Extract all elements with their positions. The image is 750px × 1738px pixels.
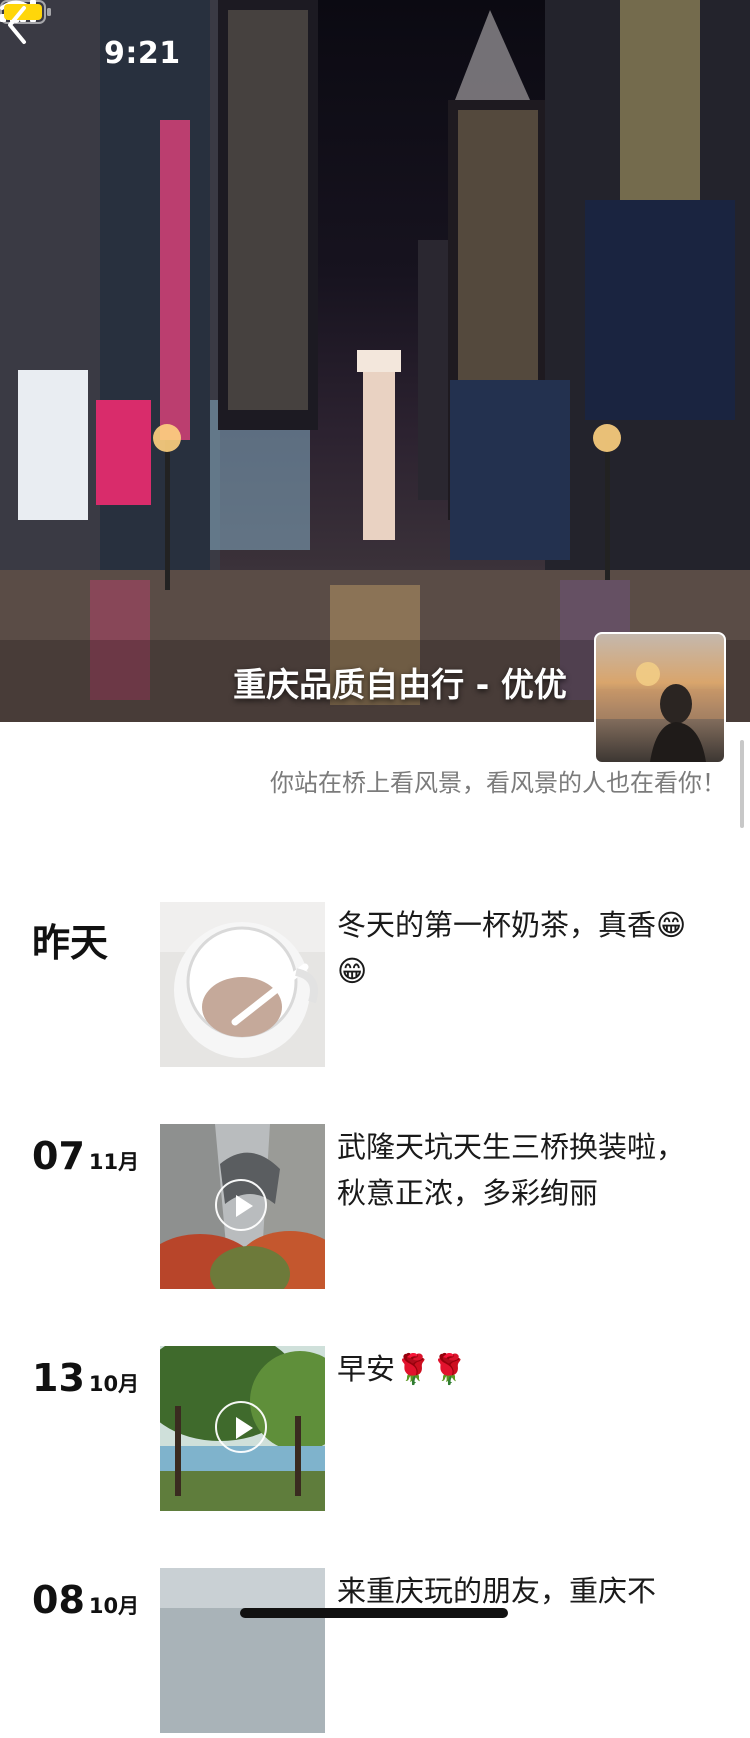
post-thumbnail[interactable] [160, 902, 325, 1067]
milk-tea-photo [160, 902, 325, 1067]
back-icon[interactable] [0, 0, 40, 50]
date-month: 10月 [88, 1372, 140, 1396]
moment-post[interactable]: 13 10月 早安🌹🌹 [0, 1346, 750, 1516]
moment-post[interactable]: 07 11月 武隆天坑天生三桥换装啦，秋意正浓，多彩绚丽 [0, 1124, 750, 1294]
profile-signature: 你站在桥上看风景，看风景的人也在看你！ [270, 769, 726, 797]
post-date: 08 10月 [32, 1578, 139, 1622]
post-text: 冬天的第一杯奶茶，真香😁😁 [337, 908, 687, 988]
date-month: 10月 [88, 1594, 140, 1618]
moment-post[interactable]: 08 10月 来重庆玩的朋友，重庆不 [0, 1568, 750, 1738]
post-date: 07 11月 [32, 1134, 139, 1178]
play-icon[interactable] [215, 1401, 267, 1453]
date-label: 昨天 [32, 921, 109, 965]
avatar-image [596, 662, 724, 762]
post-thumbnail[interactable] [160, 1568, 325, 1733]
post-date: 昨天 [32, 912, 108, 967]
moment-post[interactable]: 昨天 冬天的第一杯奶茶，真香😁😁 [0, 902, 750, 1072]
post-thumbnail[interactable] [160, 1346, 325, 1511]
home-indicator[interactable] [240, 1608, 508, 1618]
post-text: 武隆天坑天生三桥换装啦，秋意正浓，多彩绚丽 [337, 1130, 686, 1210]
date-month: 11月 [88, 1150, 140, 1174]
cover-illustration [0, 0, 750, 722]
post-thumbnail[interactable] [160, 1124, 325, 1289]
scrollbar[interactable] [740, 740, 744, 828]
status-time: 9:21 [104, 36, 181, 71]
date-day: 07 [32, 1134, 85, 1178]
cover-photo[interactable]: 9:21 重庆品质自由行 - 优优 [0, 0, 750, 722]
post-text: 早安🌹🌹 [337, 1352, 468, 1386]
chongqing-photo [160, 1568, 325, 1733]
avatar[interactable] [594, 632, 726, 764]
post-date: 13 10月 [32, 1356, 139, 1400]
date-day: 13 [32, 1356, 85, 1400]
date-day: 08 [32, 1578, 85, 1622]
play-icon[interactable] [215, 1179, 267, 1231]
